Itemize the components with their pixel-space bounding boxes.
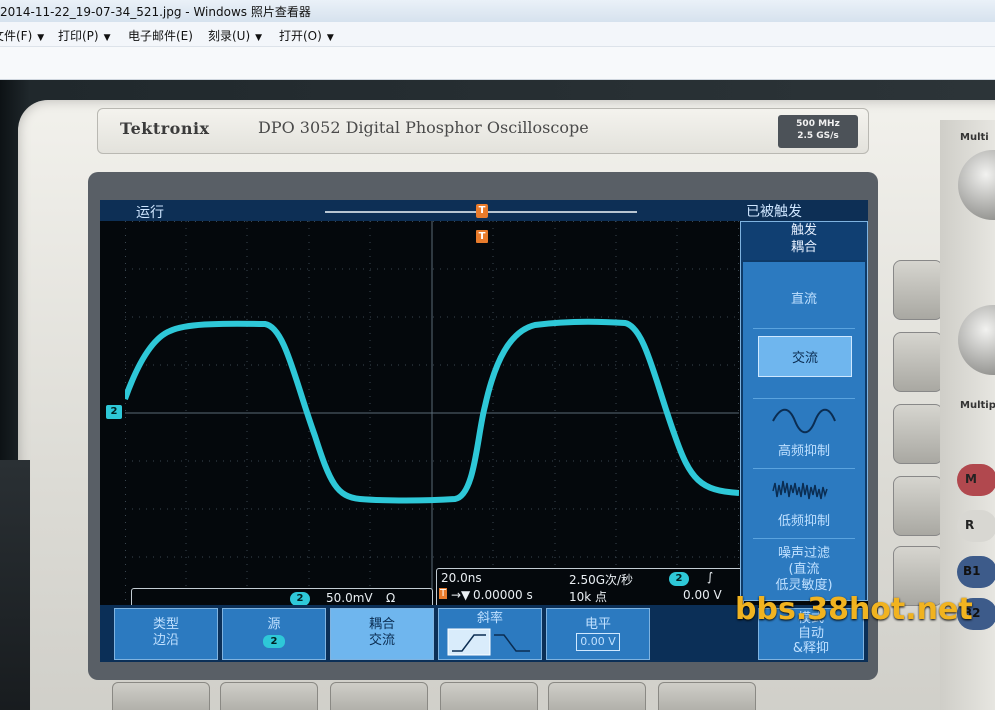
menu-file[interactable]: 文件(F) ▼ [0,27,44,44]
channel-badge: 2 [290,592,310,606]
bottom-bezel-button-1[interactable] [112,682,210,710]
trigger-position-icon: T [476,204,488,218]
menu-bar: 文件(F) ▼ 打印(P) ▼ 电子邮件(E) 刻录(U) ▼ 打开(O) ▼ [0,22,995,47]
bottom-bezel-button-4[interactable] [440,682,538,710]
menu-open[interactable]: 打开(O) ▼ [279,27,334,44]
title-bar: 2014-11-22_19-07-34_521.jpg - Windows 照片… [0,0,995,22]
bottom-level-button[interactable]: 电平 0.00 V [546,608,650,660]
trigger-source-badge: 2 [669,572,689,586]
ref-button[interactable]: R [957,510,995,542]
spec-samplerate: 2.5 GS/s [797,131,839,141]
bottom-source-button[interactable]: 源 2 [222,608,326,660]
side-bezel-button-2[interactable] [893,332,943,392]
channel-ground-marker: 2 [106,405,122,419]
bottom-slope-button[interactable]: 斜率 [438,608,542,660]
menu-email[interactable]: 电子邮件(E) [128,27,193,44]
bottom-bezel-button-3[interactable] [330,682,428,710]
side-menu-title: 触发 耦合 [741,222,867,260]
status-strip: 运行 T 已被触发 [100,200,868,221]
type-value: 边沿 [152,633,179,648]
side-bezel-button-3[interactable] [893,404,943,464]
noise-reject-line1: 噪声过滤 [777,546,830,561]
side-bezel-button-4[interactable] [893,476,943,536]
trigger-state: 已被触发 [746,204,802,220]
record-length: 10k 点 [569,590,608,604]
coupling-value: 交流 [368,633,395,648]
brand-plate: Tektronix DPO 3052 Digital Phosphor Osci… [97,108,869,154]
menu-open-label: 打开(O) [279,29,322,43]
source-value: 2 [263,635,285,648]
slope-label: 斜率 [476,611,503,626]
type-label: 类型 [152,617,179,632]
option-noise-reject[interactable]: 噪声过滤 (直流 低灵敏度) [743,546,865,594]
trigger-level-readout: 0.00 V [683,588,722,602]
level-value: 0.00 V [576,633,620,651]
menu-email-label: 电子邮件(E) [128,29,193,43]
bus1-button-label: B1 [963,564,981,578]
input-impedance-icon: Ω [386,591,396,605]
bus1-button[interactable]: B1 [957,556,995,588]
volts-per-div: 50.0mV [326,591,373,605]
math-button[interactable]: M [957,464,995,496]
option-dc[interactable]: 直流 [743,288,865,307]
hf-reject-wave-icon [772,408,836,434]
trigger-delay: 0.00000 s [473,588,533,602]
side-bezel-button-1[interactable] [893,260,943,320]
chevron-down-icon: ▼ [326,33,334,43]
math-button-label: M [965,472,977,486]
mode-value-holdoff: &释抑 [792,641,830,656]
watermark-text: bbs.38hot.net [735,592,973,627]
chevron-down-icon: ▼ [103,33,111,43]
spec-badge: 500 MHz 2.5 GS/s [778,115,858,148]
graticule [125,221,739,601]
side-menu-trigger-coupling: 触发 耦合 直流 交流 高频抑制 低频抑制 噪声过滤 (直流 低灵敏度) [740,221,868,601]
menu-burn[interactable]: 刻录(U) ▼ [208,27,262,44]
multipurpose-label-a: Multi [960,132,989,143]
model-name: DPO 3052 Digital Phosphor Oscilloscope [258,118,589,137]
menu-print[interactable]: 打印(P) ▼ [58,27,111,44]
trigger-delay-icon: T [439,588,448,599]
spec-bandwidth: 500 MHz [796,119,840,129]
chevron-down-icon: ▼ [37,33,45,43]
option-hf-reject[interactable]: 高频抑制 [743,440,865,459]
background-cables [0,460,30,710]
sample-rate: 2.50G次/秒 [569,573,634,587]
menu-file-label: 文件(F) [0,29,33,43]
bottom-coupling-button[interactable]: 耦合 交流 [330,608,434,660]
window-title: 2014-11-22_19-07-34_521.jpg - Windows 照片… [0,5,311,19]
side-menu-options: 直流 交流 高频抑制 低频抑制 噪声过滤 (直流 低灵敏度) [743,262,865,600]
option-lf-reject[interactable]: 低频抑制 [743,510,865,529]
timebase-readout: 20.0ns 2.50G次/秒 2 ∫ T →▼ 0.00000 s 10k 点… [436,568,744,608]
source-label: 源 [267,617,281,632]
brand-name: Tektronix [120,119,210,138]
bottom-bezel-button-5[interactable] [548,682,646,710]
grid-axes [125,221,739,601]
noise-reject-line2: (直流 [788,562,820,577]
lf-reject-wave-icon [772,480,828,500]
mode-value: 自动 [797,626,824,641]
bottom-type-button[interactable]: 类型 边沿 [114,608,218,660]
option-ac[interactable]: 交流 [758,336,852,377]
bottom-bezel-button-2[interactable] [220,682,318,710]
trigger-slope-icon: ∫ [707,570,714,584]
multipurpose-label-b: Multip [960,400,995,411]
ref-button-label: R [965,518,975,532]
coupling-label: 耦合 [368,617,395,632]
toolbar [0,47,995,80]
time-per-div: 20.0ns [441,571,482,585]
menu-print-label: 打印(P) [58,29,99,43]
side-menu-title-line1: 触发 [790,223,817,238]
acquisition-status: 运行 [136,205,164,221]
chevron-down-icon: ▼ [255,33,263,43]
menu-burn-label: 刻录(U) [208,29,251,43]
bottom-bezel-button-6[interactable] [658,682,756,710]
side-menu-title-line2: 耦合 [790,240,817,255]
slope-icons [447,628,530,656]
level-label: 电平 [584,617,611,632]
